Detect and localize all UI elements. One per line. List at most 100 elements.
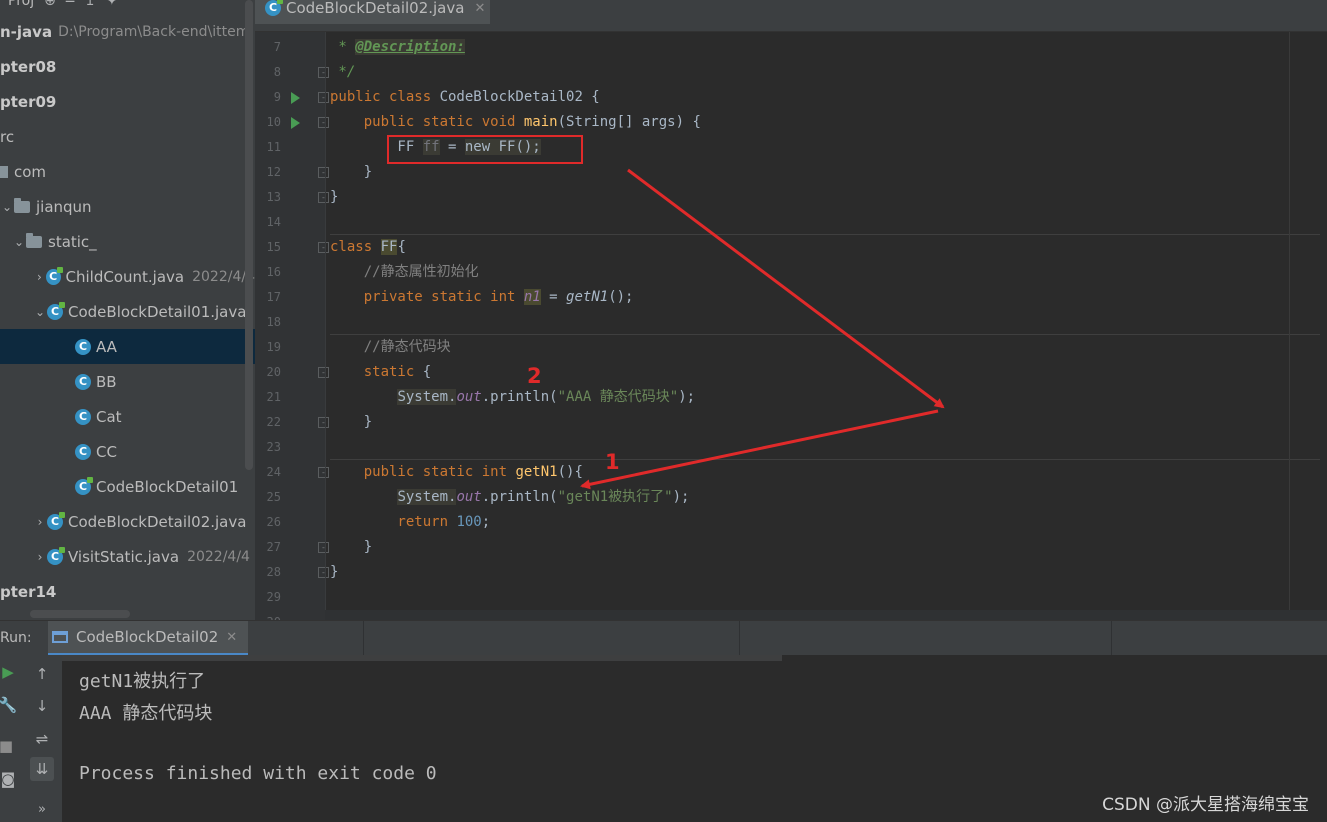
line-number: 30 <box>255 610 281 620</box>
tree-item-bb[interactable]: C BB <box>0 364 255 399</box>
camera-icon[interactable]: ◙ <box>0 767 20 791</box>
tree-item-label: CodeBlockDetail01 <box>96 477 239 496</box>
tree-item-src[interactable]: rc <box>0 119 255 154</box>
chevron-right-icon[interactable]: › <box>33 270 46 284</box>
right-margin-guide <box>1289 32 1290 620</box>
tab-codeblockdetail02[interactable]: C CodeBlockDetail02.java ✕ <box>255 0 490 24</box>
chevron-right-icon[interactable]: › <box>33 550 47 564</box>
tree-item-label: pter14 <box>0 582 57 601</box>
tree-item-aa[interactable]: C AA <box>0 329 255 364</box>
collapse-icon[interactable]: ═ <box>66 0 74 9</box>
watermark: CSDN @派大星搭海绵宝宝 <box>1102 795 1309 815</box>
highlight-box <box>387 135 583 164</box>
sidebar-vertical-scrollbar[interactable] <box>245 0 253 470</box>
line-number: 28 <box>266 565 281 579</box>
tree-item-label: VisitStatic.java <box>68 547 180 566</box>
annotation-number-1: 1 <box>605 450 620 474</box>
code-line-28: } <box>330 564 339 580</box>
gear-icon[interactable]: ✦ <box>106 0 118 9</box>
run-panel-header: Run: CodeBlockDetail02 ✕ <box>0 620 1327 656</box>
tree-item-codeblockdetail01-java[interactable]: ⌄ C CodeBlockDetail01.java <box>0 294 255 329</box>
more-icon[interactable]: » <box>30 798 54 822</box>
console-line: Process finished with exit code 0 <box>79 763 437 784</box>
java-class-icon: C <box>265 0 283 16</box>
project-sidebar: Proj ⊕ ═ ↥ ✦ n-java D:\Program\Back-end\… <box>0 0 255 620</box>
stop-icon[interactable]: ■ <box>0 734 18 758</box>
code-line-8: */ <box>330 64 356 80</box>
tree-item-project-root[interactable]: n-java D:\Program\Back-end\ittem <box>0 14 255 49</box>
package-icon <box>26 232 42 248</box>
sidebar-horizontal-scrollbar[interactable] <box>30 610 130 618</box>
line-number: 16 <box>266 265 281 279</box>
globe-icon[interactable]: ⊕ <box>44 0 56 9</box>
tree-item-codeblockdetail01[interactable]: C CodeBlockDetail01 <box>0 469 255 504</box>
close-icon[interactable]: ✕ <box>226 630 237 645</box>
tree-item-cat[interactable]: C Cat <box>0 399 255 434</box>
header-divider <box>739 621 740 656</box>
code-line-20: static { <box>330 364 432 380</box>
line-number: 13 <box>266 190 281 204</box>
scroll-to-end-icon[interactable]: ⇊ <box>30 757 54 781</box>
line-number: 19 <box>266 340 281 354</box>
code-line-16: //静态属性初始化 <box>330 264 479 280</box>
chevron-down-icon[interactable]: ⌄ <box>0 200 14 214</box>
chevron-right-icon[interactable]: › <box>33 515 47 529</box>
method-separator <box>330 234 1320 235</box>
code-line-10: public static void main(String[] args) { <box>330 114 701 130</box>
code-line-21: System.out.println("AAA 静态代码块"); <box>397 389 696 405</box>
console-icon <box>52 631 68 643</box>
tree-item-chapter08[interactable]: pter08 <box>0 49 255 84</box>
tree-item-com[interactable]: com <box>0 154 255 189</box>
line-number: 14 <box>266 215 281 229</box>
tree-item-label: ChildCount.java <box>65 267 185 286</box>
chevron-down-icon[interactable]: ⌄ <box>33 305 47 319</box>
code-line-12: } <box>330 164 373 180</box>
tree-item-chapter14[interactable]: pter14 <box>0 574 255 609</box>
method-separator <box>330 334 1320 335</box>
code-line-22: } <box>330 414 373 430</box>
class-icon: C <box>75 373 91 390</box>
line-number: 25 <box>266 490 281 504</box>
arrow-down-icon[interactable]: ↓ <box>30 694 54 718</box>
run-panel-label: Run: <box>0 630 32 646</box>
wrench-icon[interactable]: 🔧 <box>0 693 20 717</box>
line-number: 9 <box>273 90 281 104</box>
line-number: 15 <box>266 240 281 254</box>
run-gutter-icon[interactable] <box>291 117 300 129</box>
tree-item-codeblockdetail02-java[interactable]: › C CodeBlockDetail02.java <box>0 504 255 539</box>
annotation-number-2: 2 <box>527 364 542 388</box>
code-line-7: * @Description: <box>330 39 465 55</box>
line-number: 8 <box>273 65 281 79</box>
line-number: 27 <box>266 540 281 554</box>
rerun-icon[interactable]: ▶ <box>0 660 20 684</box>
tree-item-chapter09[interactable]: pter09 <box>0 84 255 119</box>
tree-item-label: Cat <box>96 407 122 426</box>
code-editor[interactable]: 7 8- 9- 10- 11 12- 13- 14 15- 16 17 18 1… <box>255 32 1327 620</box>
java-class-icon: C <box>47 511 65 530</box>
tree-item-visitstatic[interactable]: › C VisitStatic.java 2022/4/4 <box>0 539 255 574</box>
editor-horizontal-scrollbar[interactable] <box>325 610 1327 620</box>
line-number: 10 <box>266 115 281 129</box>
line-number: 7 <box>273 40 281 54</box>
tree-item-static[interactable]: ⌄ static_ <box>0 224 255 259</box>
tree-item-cc[interactable]: C CC <box>0 434 255 469</box>
close-icon[interactable]: ✕ <box>474 1 485 16</box>
file-date: 2022/4/4 <box>187 548 250 565</box>
editor-gutter: 7 8- 9- 10- 11 12- 13- 14 15- 16 17 18 1… <box>255 32 329 620</box>
tree-item-label: rc <box>0 127 15 146</box>
header-divider <box>363 621 364 656</box>
scroll-from-source-icon[interactable]: ↥ <box>84 0 96 9</box>
arrow-up-icon[interactable]: ↑ <box>30 662 54 686</box>
run-tab-codeblockdetail02[interactable]: CodeBlockDetail02 ✕ <box>48 621 248 656</box>
soft-wrap-icon[interactable]: ⇌ <box>30 727 54 751</box>
tree-item-childcount[interactable]: › C ChildCount.java 2022/4/4 <box>0 259 255 294</box>
project-tool-label[interactable]: Proj <box>8 0 34 9</box>
run-gutter-icon[interactable] <box>291 92 300 104</box>
tree-item-jianqun[interactable]: ⌄ jianqun <box>0 189 255 224</box>
code-area[interactable]: * @Description: */ public class CodeBloc… <box>325 32 1327 620</box>
line-number: 29 <box>266 590 281 604</box>
line-number: 23 <box>266 440 281 454</box>
code-line-24: public static int getN1(){ <box>330 464 583 480</box>
chevron-down-icon[interactable]: ⌄ <box>12 235 26 249</box>
code-line-27: } <box>330 539 373 555</box>
